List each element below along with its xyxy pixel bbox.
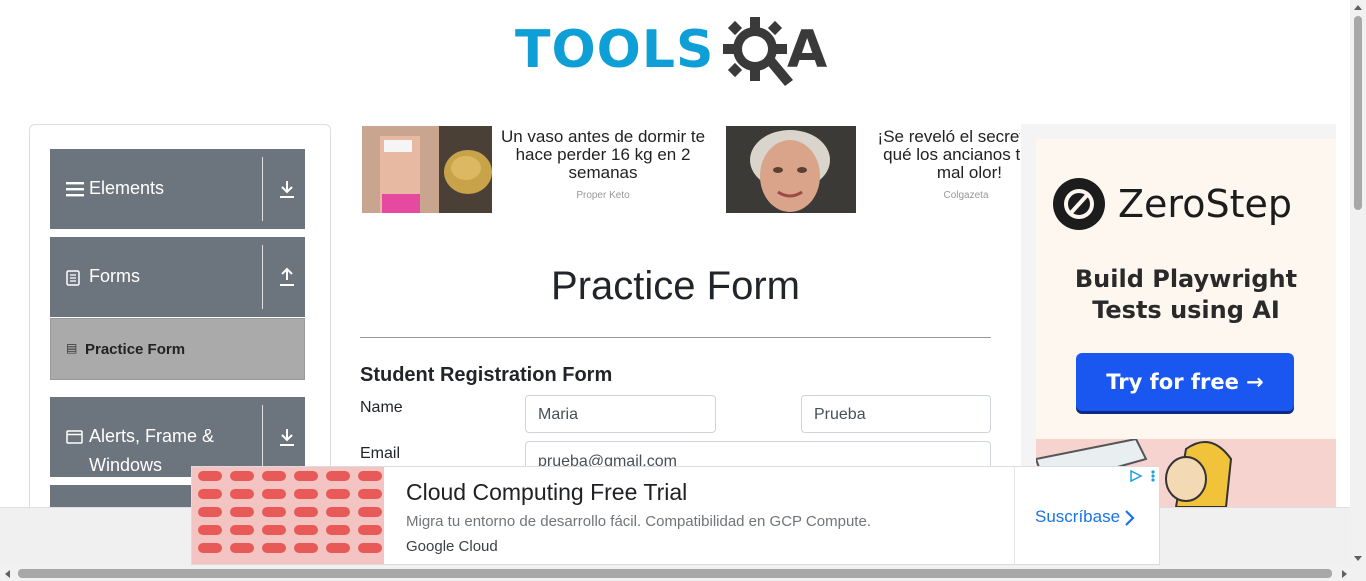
- email-label: Email: [360, 445, 401, 462]
- ad-pattern-image: [192, 467, 384, 564]
- ad-source: Proper Keto: [576, 190, 630, 201]
- last-name-input[interactable]: Prueba: [801, 395, 991, 433]
- window-icon: [66, 430, 83, 444]
- sidebar-separator: [262, 157, 263, 221]
- ad-title[interactable]: Cloud Computing Free Trial: [406, 479, 687, 506]
- sidebar-separator: [262, 245, 263, 309]
- logo-text-tools: TOOLS: [515, 20, 715, 80]
- upload-arrow-icon[interactable]: [279, 267, 295, 287]
- toolsqa-logo[interactable]: TOOLS A: [515, 14, 845, 94]
- scroll-right-arrow-icon[interactable]: [1341, 569, 1349, 579]
- sidebar-group-elements[interactable]: Elements: [50, 149, 305, 229]
- sidebar-item-practice-form[interactable]: ▤ Practice Form: [50, 318, 305, 380]
- ad-divider: [1014, 467, 1015, 564]
- scroll-left-arrow-icon[interactable]: [3, 569, 11, 579]
- scroll-down-arrow-icon[interactable]: [1353, 555, 1363, 563]
- scroll-up-arrow-icon[interactable]: [1353, 3, 1363, 11]
- sidebar-group-label-line2: Windows: [89, 455, 163, 475]
- sidebar-group-alerts[interactable]: Alerts, Frame & Windows: [50, 397, 305, 477]
- zerostep-logo-icon: [1053, 178, 1105, 230]
- download-arrow-icon[interactable]: [279, 179, 295, 199]
- ad-brand: ZeroStep: [1118, 182, 1292, 226]
- ad-headline-line2: Tests using AI: [1092, 296, 1280, 324]
- download-arrow-icon[interactable]: [279, 427, 295, 447]
- ad-description: Migra tu entorno de desarrollo fácil. Co…: [406, 513, 871, 530]
- hamburger-icon: [66, 182, 84, 197]
- logo-text-a: A: [787, 20, 828, 80]
- horizontal-scrollbar-thumb[interactable]: [18, 569, 1332, 578]
- subscribe-link[interactable]: Suscríbase: [1035, 507, 1120, 527]
- ad-headline[interactable]: Un vaso antes de dormir te hace perder 1…: [492, 128, 714, 182]
- adchoices-icon[interactable]: [1129, 469, 1157, 483]
- native-ad-2[interactable]: ¡Se reveló el secret qué los ancianos ti…: [726, 126, 1020, 213]
- zerostep-ad[interactable]: ZeroStep Build Playwright Tests using AI…: [1021, 124, 1336, 507]
- google-cloud-ad[interactable]: Cloud Computing Free Trial Migra tu ento…: [191, 466, 1160, 565]
- ad-image-elderly-woman: [726, 126, 856, 213]
- sidebar-group-label: Elements: [89, 178, 165, 198]
- vertical-scrollbar-thumb[interactable]: [1354, 16, 1362, 210]
- try-for-free-button[interactable]: Try for free →: [1076, 353, 1294, 411]
- page-title: Practice Form: [551, 264, 800, 308]
- chevron-right-icon[interactable]: [1124, 509, 1136, 527]
- sidebar-group-label: Forms: [89, 266, 140, 286]
- sidebar-separator: [262, 405, 263, 469]
- sidebar-group-forms[interactable]: Forms: [50, 237, 305, 317]
- first-name-input[interactable]: Maria: [525, 395, 716, 433]
- native-ad-1[interactable]: Un vaso antes de dormir te hace perder 1…: [362, 126, 714, 213]
- ad-headline-line1: Build Playwright: [1074, 265, 1298, 293]
- document-icon: [66, 270, 80, 286]
- html5-icon: ▤: [66, 341, 78, 355]
- ad-image-fitness: [362, 126, 492, 213]
- ad-source: Colgazeta: [943, 190, 989, 201]
- sidebar-group-label-line1: Alerts, Frame &: [89, 426, 215, 446]
- form-subtitle: Student Registration Form: [360, 364, 613, 386]
- sidebar-item-label: Practice Form: [85, 341, 186, 358]
- title-divider: [360, 337, 991, 338]
- name-label: Name: [360, 399, 403, 416]
- ad-headline: Build Playwright Tests using AI: [1036, 264, 1336, 326]
- ad-advertiser: Google Cloud: [406, 538, 498, 555]
